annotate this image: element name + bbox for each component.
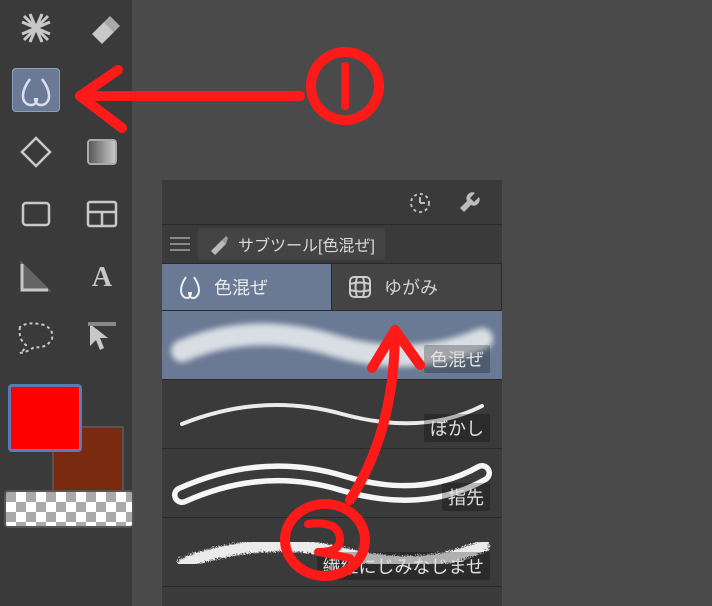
subtool-header: サブツール[色混ぜ] bbox=[162, 225, 502, 264]
subtool-item-label: 色混ぜ bbox=[424, 345, 490, 373]
subtool-item-blend[interactable]: 色混ぜ bbox=[162, 311, 502, 380]
subtool-panel: サブツール[色混ぜ] 色混ぜ ゆがみ 色混ぜ bbox=[162, 0, 502, 606]
subtool-item-label: ぼかし bbox=[424, 414, 490, 442]
tool-frame[interactable] bbox=[78, 192, 126, 236]
tool-eraser[interactable] bbox=[78, 6, 126, 50]
tool-remove-dust[interactable] bbox=[12, 6, 60, 50]
subtool-tabs: 色混ぜ ゆがみ bbox=[162, 264, 502, 311]
tab-blend[interactable]: 色混ぜ bbox=[162, 264, 332, 310]
tool-shape[interactable] bbox=[12, 192, 60, 236]
subtool-list: 色混ぜ ぼかし 指先 繊維にじみなじませ bbox=[162, 311, 502, 606]
tool-sidebar: A bbox=[0, 0, 132, 606]
subtool-item-label: 指先 bbox=[442, 483, 490, 511]
subtool-title-prefix: サブツール bbox=[238, 238, 318, 255]
tab-blend-label: 色混ぜ bbox=[214, 274, 268, 300]
subtool-item-blur[interactable]: ぼかし bbox=[162, 380, 502, 449]
svg-text:A: A bbox=[92, 262, 113, 293]
subtool-item-fingertip[interactable]: 指先 bbox=[162, 449, 502, 518]
subtool-item-label: 繊維にじみなじませ bbox=[317, 552, 490, 580]
tab-distort[interactable]: ゆがみ bbox=[332, 264, 502, 310]
subtool-item-fiber[interactable]: 繊維にじみなじませ bbox=[162, 518, 502, 587]
subtool-title[interactable]: サブツール[色混ぜ] bbox=[198, 228, 385, 260]
tool-text[interactable]: A bbox=[78, 254, 126, 298]
tool-speech-balloon[interactable] bbox=[12, 316, 60, 360]
tool-property-bar bbox=[162, 180, 502, 225]
wrench-icon[interactable] bbox=[456, 188, 484, 216]
tool-blend[interactable] bbox=[12, 68, 60, 112]
tool-gradient[interactable] bbox=[78, 130, 126, 174]
tool-operation[interactable] bbox=[78, 316, 126, 360]
subtool-title-group: [色混ぜ] bbox=[318, 238, 375, 255]
timer-icon[interactable] bbox=[406, 188, 434, 216]
transparent-color-swatch[interactable] bbox=[4, 490, 134, 528]
tool-fill[interactable] bbox=[12, 130, 60, 174]
color-swatches bbox=[4, 384, 128, 494]
panel-grip-icon[interactable] bbox=[170, 233, 190, 255]
tab-distort-label: ゆがみ bbox=[384, 274, 438, 300]
tool-ruler[interactable] bbox=[12, 254, 60, 298]
foreground-color-swatch[interactable] bbox=[8, 384, 82, 452]
